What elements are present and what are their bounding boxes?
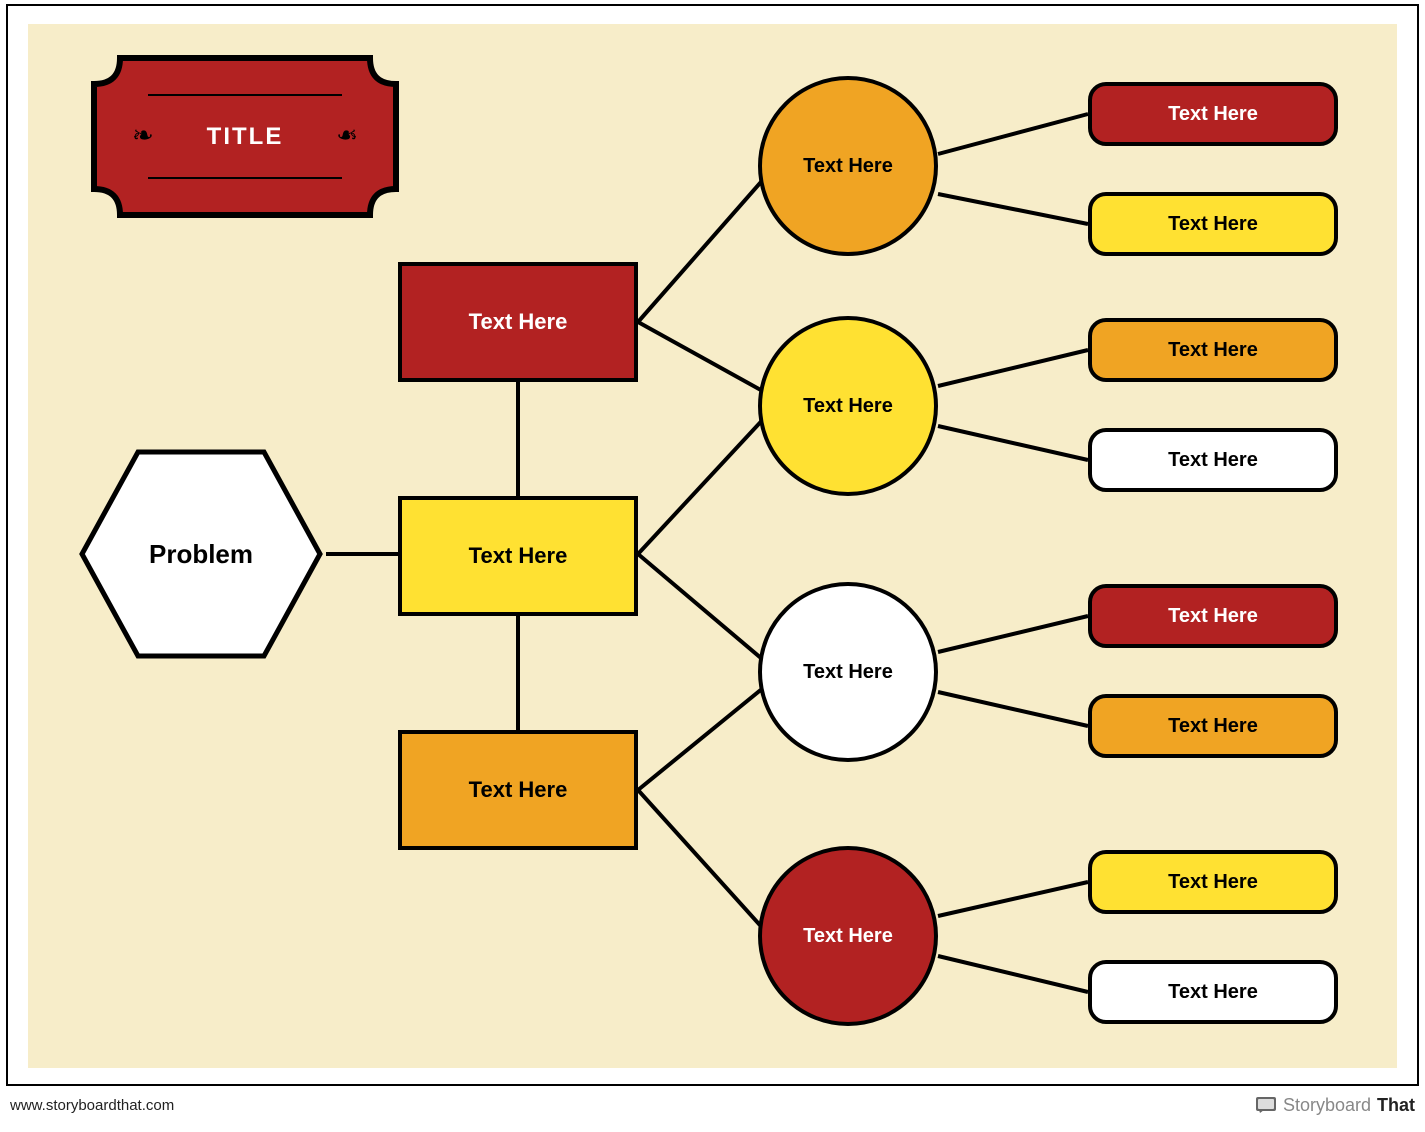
- leaf-pill-8[interactable]: Text Here: [1088, 960, 1338, 1024]
- circle-node-3[interactable]: Text Here: [758, 582, 938, 762]
- brand-bold: That: [1377, 1095, 1415, 1116]
- leaf-label: Text Here: [1168, 339, 1258, 362]
- title-plaque[interactable]: ❧ ❧ TITLE: [90, 54, 400, 219]
- leaf-label: Text Here: [1168, 715, 1258, 738]
- footer-url[interactable]: www.storyboardthat.com: [10, 1097, 174, 1114]
- leaf-label: Text Here: [1168, 213, 1258, 236]
- leaf-pill-1[interactable]: Text Here: [1088, 82, 1338, 146]
- leaf-label: Text Here: [1168, 605, 1258, 628]
- leaf-label: Text Here: [1168, 103, 1258, 126]
- leaf-pill-6[interactable]: Text Here: [1088, 694, 1338, 758]
- circle-label: Text Here: [803, 155, 893, 178]
- branch-label: Text Here: [469, 309, 568, 335]
- circle-node-2[interactable]: Text Here: [758, 316, 938, 496]
- circle-label: Text Here: [803, 661, 893, 684]
- leaf-pill-7[interactable]: Text Here: [1088, 850, 1338, 914]
- leaf-label: Text Here: [1168, 871, 1258, 894]
- footer: www.storyboardthat.com Storyboard That: [10, 1088, 1415, 1122]
- brand-thin: Storyboard: [1283, 1095, 1371, 1116]
- footer-brand[interactable]: Storyboard That: [1255, 1095, 1415, 1116]
- title-text[interactable]: TITLE: [90, 54, 400, 219]
- circle-label: Text Here: [803, 395, 893, 418]
- branch-label: Text Here: [469, 777, 568, 803]
- leaf-pill-5[interactable]: Text Here: [1088, 584, 1338, 648]
- leaf-pill-4[interactable]: Text Here: [1088, 428, 1338, 492]
- circle-node-1[interactable]: Text Here: [758, 76, 938, 256]
- branch-rect-1[interactable]: Text Here: [398, 262, 638, 382]
- storyboard-icon: [1255, 1096, 1277, 1114]
- root-hexagon[interactable]: Problem: [76, 444, 326, 664]
- branch-rect-2[interactable]: Text Here: [398, 496, 638, 616]
- leaf-label: Text Here: [1168, 449, 1258, 472]
- branch-label: Text Here: [469, 543, 568, 569]
- root-label: Problem: [149, 539, 253, 570]
- circle-node-4[interactable]: Text Here: [758, 846, 938, 1026]
- leaf-label: Text Here: [1168, 981, 1258, 1004]
- diagram-canvas: ❧ ❧ TITLE Problem Text Here Text Here Te…: [28, 24, 1397, 1068]
- leaf-pill-3[interactable]: Text Here: [1088, 318, 1338, 382]
- circle-label: Text Here: [803, 925, 893, 948]
- leaf-pill-2[interactable]: Text Here: [1088, 192, 1338, 256]
- branch-rect-3[interactable]: Text Here: [398, 730, 638, 850]
